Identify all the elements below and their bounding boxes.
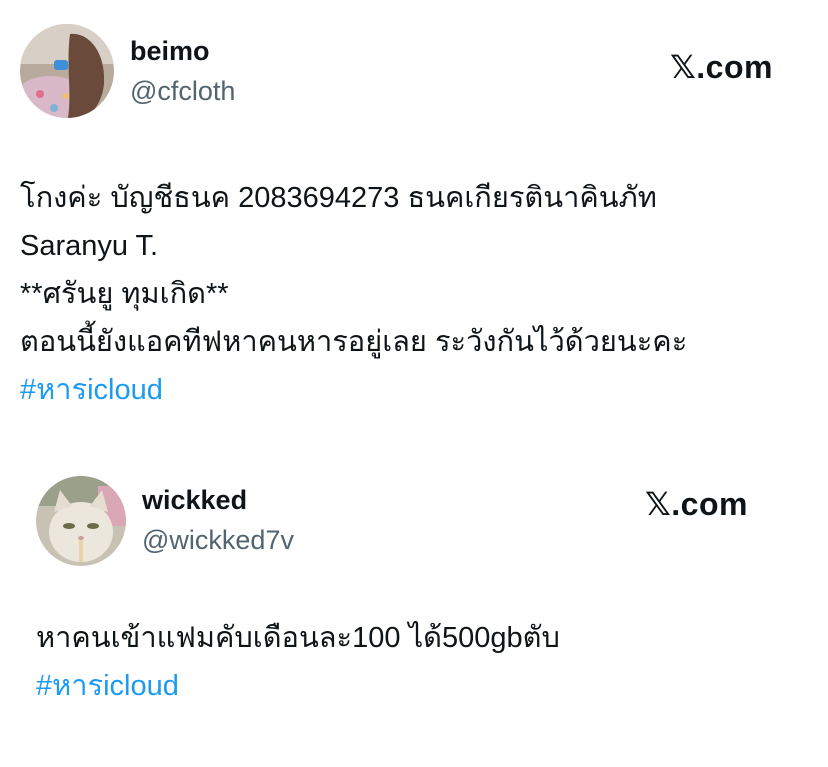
tweet-text-line: หาคนเข้าแฟมคับเดือนละ100 ได้500gbตับ [36,622,560,654]
tweet-card: wickked @wickked7v 𝕏.com หาคนเข้าแฟมคับเ… [0,470,828,767]
tweet-text-line: โกงค่ะ บัญชีธนค 2083694273 ธนคเกียรตินาค… [20,182,657,214]
tweet-text-line: ตอนนี้ยังแอคทีฟหาคนหารอยู่เลย ระวังกันไว… [20,326,688,358]
tweet-text-line: Saranyu T. [20,230,159,262]
user-handle[interactable]: @cfcloth [130,76,235,107]
display-name[interactable]: wickked [142,485,247,516]
hashtag-link[interactable]: #หารicloud [36,662,560,710]
avatar[interactable] [36,476,126,566]
tweet-text: โกงค่ะ บัญชีธนค 2083694273 ธนคเกียรตินาค… [20,174,687,414]
display-name[interactable]: beimo [130,36,210,67]
tweet-text: หาคนเข้าแฟมคับเดือนละ100 ได้500gbตับ #หา… [36,614,560,710]
tweet-text-line: **ศรันยู ทุมเกิด** [20,278,229,310]
x-logo-watermark: 𝕏.com [645,486,748,522]
tweet-card: beimo @cfcloth 𝕏.com โกงค่ะ บัญชีธนค 208… [0,0,828,440]
avatar[interactable] [20,24,114,118]
user-handle[interactable]: @wickked7v [142,525,294,556]
cat-profile-photo-icon [36,476,126,566]
profile-photo-icon [20,24,114,118]
hashtag-link[interactable]: #หารicloud [20,366,687,414]
x-logo-watermark: 𝕏.com [670,49,773,85]
